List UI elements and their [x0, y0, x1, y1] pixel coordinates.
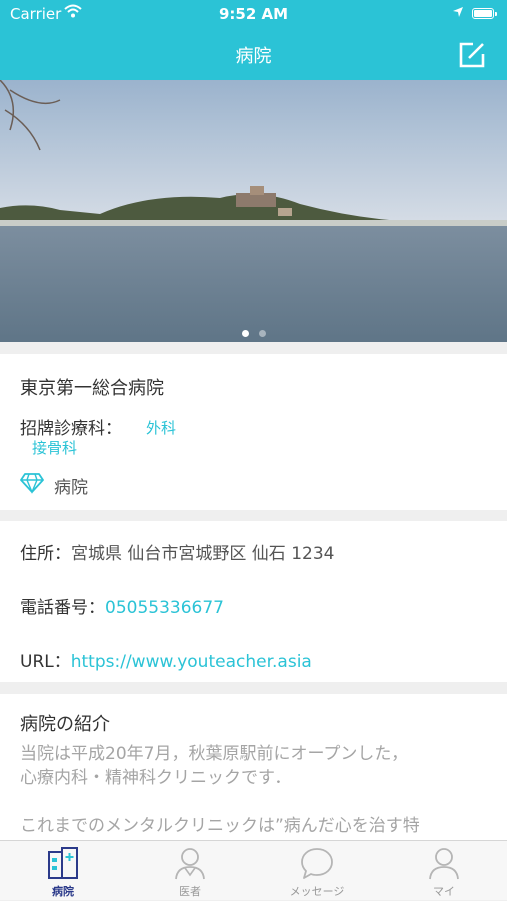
diamond-icon — [20, 473, 44, 494]
hospital-name: 東京第一総合病院 — [20, 378, 164, 399]
url-label: URL： — [20, 652, 71, 672]
status-bar: Carrier 9:52 AM — [0, 0, 507, 28]
tab-label: 病院 — [52, 885, 74, 898]
hospital-type: 病院 — [54, 478, 88, 498]
intro-text: 当院は平成20年7月，秋葉原駅前にオープンした， 心療内科・精神科クリニックです… — [20, 742, 490, 838]
address-row: 住所：宮城県 仙台市宮城野区 仙石 1234 — [20, 539, 334, 564]
department-tag[interactable]: 接骨科 — [32, 437, 77, 458]
doctor-icon — [175, 848, 205, 880]
tab-doctor[interactable]: 医者 — [127, 841, 253, 901]
intro-line: 心療内科・精神科クリニックです． — [20, 768, 292, 788]
tab-label: マイ — [433, 885, 455, 898]
intro-title: 病院の紹介 — [20, 714, 110, 735]
tab-hospital[interactable]: 病院 — [0, 841, 126, 901]
departments-label: 招牌診療科： — [20, 419, 122, 439]
address-value: 宮城県 仙台市宮城野区 仙石 1234 — [71, 544, 335, 564]
profile-icon — [429, 848, 459, 880]
tab-messages[interactable]: メッセージ — [254, 841, 380, 901]
battery-icon — [472, 8, 497, 19]
address-label: 住所： — [20, 544, 71, 564]
carousel-indicator[interactable] — [0, 322, 507, 341]
intro-line: これまでのメンタルクリニックは”病んだ心を治す特 — [20, 816, 420, 836]
intro-line: 当院は平成20年7月，秋葉原駅前にオープンした， — [20, 744, 409, 764]
tab-my[interactable]: マイ — [381, 841, 507, 901]
carousel-dot-1[interactable] — [241, 330, 249, 337]
clock: 9:52 AM — [218, 5, 289, 23]
message-icon — [301, 848, 333, 879]
contact-card: 住所：宮城県 仙台市宮城野区 仙石 1234 電話番号：05055336677 … — [0, 521, 507, 682]
tab-bar: 病院 医者 メッセージ マイ — [0, 840, 507, 900]
banner-carousel[interactable] — [0, 80, 507, 342]
hospital-icon — [48, 847, 78, 879]
hospital-summary-card: 東京第一総合病院 招牌診療科： 外科 接骨科 病院 — [0, 354, 507, 510]
website-link[interactable]: https://www.youteacher.asia — [71, 652, 312, 672]
phone-link[interactable]: 05055336677 — [105, 598, 224, 618]
phone-row: 電話番号：05055336677 — [20, 593, 224, 618]
tab-label: メッセージ — [289, 885, 345, 898]
location-arrow-icon — [453, 7, 463, 17]
carousel-dot-2[interactable] — [258, 330, 266, 337]
tab-label: 医者 — [179, 885, 201, 898]
page-title: 病院 — [235, 46, 272, 67]
department-tag[interactable]: 外科 — [146, 417, 176, 438]
banner-image — [0, 80, 507, 342]
url-row: URL：https://www.youteacher.asia — [20, 647, 312, 672]
introduction-card: 病院の紹介 当院は平成20年7月，秋葉原駅前にオープンした， 心療内科・精神科ク… — [0, 694, 507, 840]
phone-label: 電話番号： — [20, 598, 105, 618]
nav-bar: 病院 — [0, 28, 507, 80]
edit-icon[interactable] — [457, 40, 487, 70]
intro-line — [20, 790, 490, 814]
